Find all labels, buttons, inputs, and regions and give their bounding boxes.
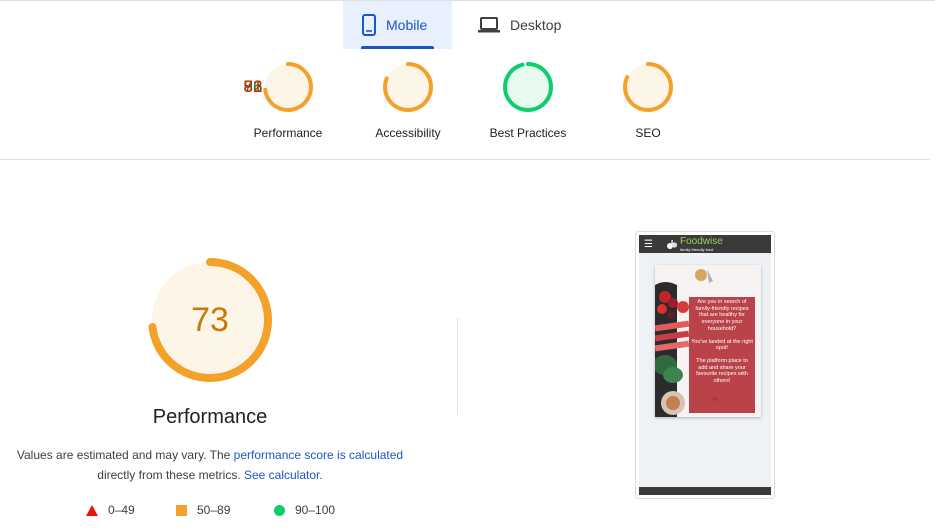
gauge-ring — [623, 62, 673, 112]
phone-icon — [362, 14, 376, 36]
performance-score-large: 73 — [191, 300, 229, 339]
menu-icon: ☰ — [644, 238, 653, 250]
desc-text: Values are estimated and may vary. The — [16, 448, 234, 462]
circle-icon — [274, 504, 285, 516]
device-tabs: Mobile Desktop — [343, 1, 582, 49]
desc-text: directly from these metrics. — [97, 468, 244, 482]
score-legend: 0–49 50–89 90–100 — [0, 503, 420, 519]
gauge-svg — [383, 62, 433, 112]
gauge-score: 82 — [243, 77, 263, 96]
tab-desktop-label: Desktop — [510, 17, 562, 33]
hero-paragraph: The platform place to add and share your… — [696, 357, 748, 385]
vertical-divider — [457, 318, 458, 415]
tab-desktop[interactable]: Desktop — [452, 1, 582, 49]
hero-paragraph: You've landed at the right spot! — [691, 338, 753, 352]
legend-fail: 0–49 — [86, 503, 135, 517]
brand-tagline: family friendly food — [680, 246, 714, 252]
score-calculated-link[interactable]: performance score is calculated — [234, 448, 403, 462]
see-calculator-link[interactable]: See calculator — [244, 468, 319, 482]
tab-mobile-label: Mobile — [386, 17, 428, 33]
gauge-label: Accessibility — [375, 126, 441, 140]
tab-mobile[interactable]: Mobile — [343, 1, 452, 49]
gauge-ring — [383, 62, 433, 112]
logo-icon — [666, 238, 678, 250]
hero-image: Are you in search of family-friendly rec… — [655, 265, 761, 417]
square-icon — [176, 504, 187, 516]
hero-paragraph: Are you in search of family-friendly rec… — [695, 299, 749, 332]
brand-name: Foodwise — [680, 235, 723, 247]
hero-text: Are you in search of family-friendly rec… — [689, 299, 755, 391]
gauge-accessibility[interactable]: 81 Accessibility — [244, 62, 468, 140]
legend-range: 90–100 — [295, 503, 336, 517]
legend-pass: 90–100 — [274, 503, 335, 517]
screenshot-content: ☰ Foodwise family friendly food Are you … — [639, 235, 771, 495]
legend-range: 50–89 — [197, 503, 231, 517]
section-divider — [0, 159, 930, 160]
triangle-icon — [86, 504, 98, 516]
site-footer — [639, 487, 771, 495]
category-scores: 73 Performance 81 Accessibility 96 Best … — [228, 62, 708, 140]
desc-text: . — [319, 468, 323, 482]
gauge-seo[interactable]: 82 SEO — [244, 62, 708, 140]
gauge-best-practices[interactable]: 96 Best Practices — [244, 62, 588, 140]
gauge-label: SEO — [635, 126, 661, 140]
site-header: ☰ Foodwise family friendly food — [639, 235, 771, 253]
legend-average: 50–89 — [176, 503, 230, 517]
final-screenshot[interactable]: ☰ Foodwise family friendly food Are you … — [635, 231, 775, 499]
gauge-ring — [503, 62, 553, 112]
legend-range: 0–49 — [108, 503, 135, 517]
site-brand: Foodwise family friendly food — [680, 235, 723, 252]
performance-description: Values are estimated and may vary. The p… — [0, 445, 420, 485]
gauge-label: Best Practices — [489, 126, 567, 140]
laptop-icon — [478, 17, 500, 33]
gauge-svg — [503, 62, 553, 112]
gauge-svg — [623, 62, 673, 112]
performance-title: Performance — [152, 406, 268, 428]
gauge-label: Performance — [253, 126, 323, 140]
